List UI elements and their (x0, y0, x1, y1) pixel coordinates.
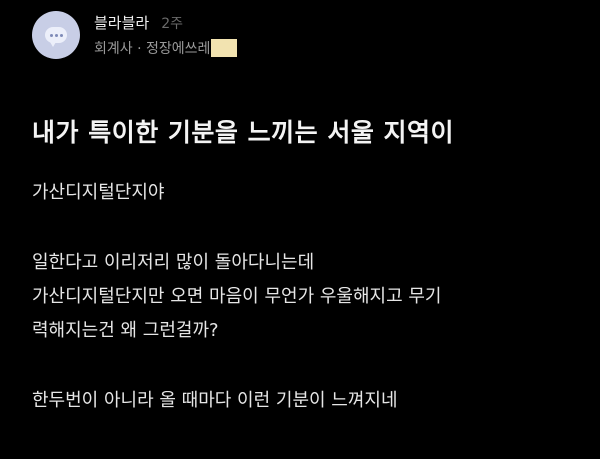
author-company[interactable]: 회계사 · 정장에쓰레 (94, 38, 210, 58)
redaction-highlight (211, 39, 238, 57)
avatar[interactable] (32, 11, 80, 59)
author-company-line: 회계사 · 정장에쓰레 (94, 38, 238, 58)
chat-bubble-icon (45, 27, 67, 47)
body-line: 가산디지털단지만 오면 마음이 무언가 우울해지고 무기 (32, 286, 442, 307)
dot-icon (49, 33, 53, 37)
body-line: 가산디지털단지야 (32, 182, 165, 203)
body-line: 한두번이 아니라 올 때마다 이런 기분이 느껴지네 (32, 390, 398, 411)
body-line: 일한다고 이리저리 많이 돌아다니는데 (32, 252, 315, 273)
post-time: 2주 (161, 16, 183, 32)
author-name-line: 블라블라 2주 (94, 12, 237, 32)
author-row: 블라블라 2주 회계사 · 정장에쓰레 (32, 10, 238, 60)
post-container: 블라블라 2주 회계사 · 정장에쓰레 내가 특이한 기분을 느끼는 서울 지역… (0, 0, 600, 459)
post-body: 가산디지털단지야 일한다고 이리저리 많이 돌아다니는데 가산디지털단지만 오면… (32, 176, 592, 418)
dot-icon (54, 33, 58, 37)
body-line: 력해지는건 왜 그런걸까? (32, 320, 219, 341)
author-meta: 블라블라 2주 회계사 · 정장에쓰레 (94, 12, 238, 58)
dot-icon (59, 33, 63, 37)
author-name[interactable]: 블라블라 (94, 12, 149, 33)
post-title: 내가 특이한 기분을 느끼는 서울 지역이 (32, 118, 455, 147)
